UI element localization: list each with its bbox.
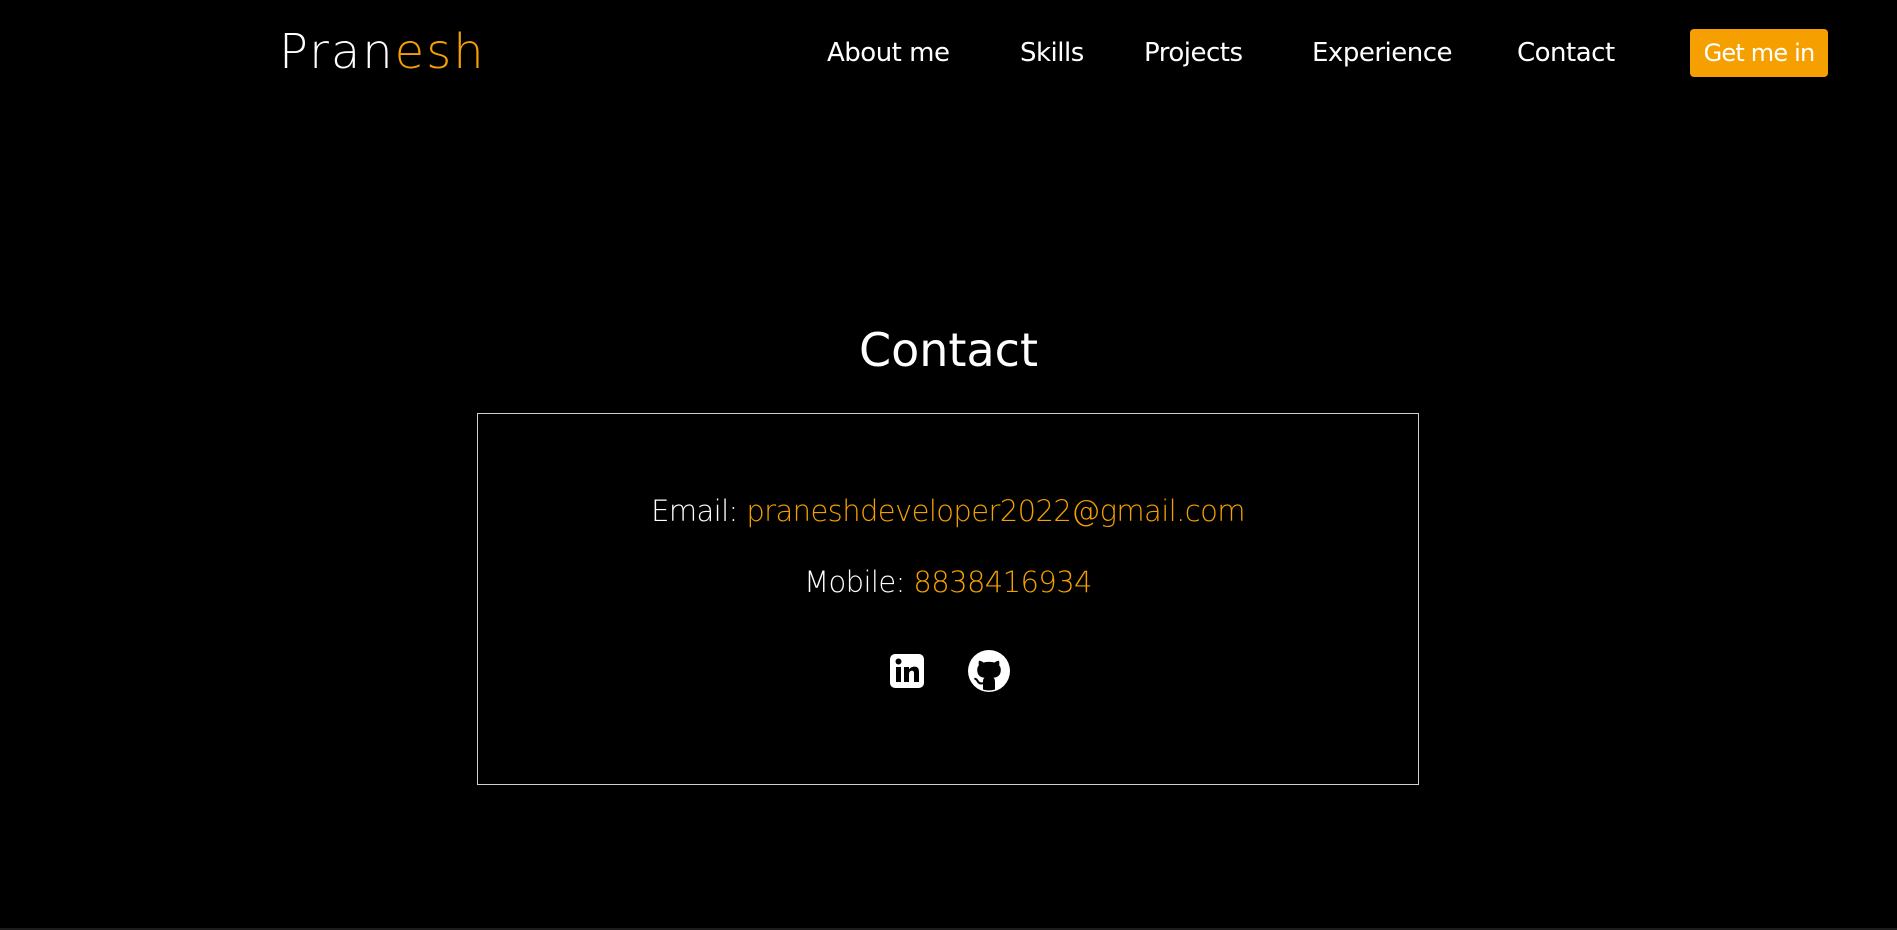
nav-link-skills[interactable]: Skills (1020, 33, 1084, 73)
github-icon[interactable] (967, 649, 1011, 693)
nav-links: About me Skills Projects Experience Cont… (0, 33, 1897, 73)
email-label: Email: (651, 494, 738, 528)
section-title: Contact (859, 323, 1038, 377)
nav-link-projects[interactable]: Projects (1144, 33, 1243, 73)
email-link[interactable]: praneshdeveloper2022@gmail.com (746, 494, 1245, 528)
mobile-row: Mobile: 8838416934 (478, 562, 1418, 602)
nav-link-about-me[interactable]: About me (827, 33, 950, 73)
nav-link-contact[interactable]: Contact (1517, 33, 1615, 73)
get-me-in-button[interactable]: Get me in (1690, 29, 1828, 77)
contact-card: Email: praneshdeveloper2022@gmail.com Mo… (477, 413, 1419, 785)
linkedin-icon[interactable] (885, 649, 929, 693)
email-row: Email: praneshdeveloper2022@gmail.com (478, 491, 1418, 531)
navbar: Pranesh About me Skills Projects Experie… (0, 0, 1897, 106)
nav-link-experience[interactable]: Experience (1312, 33, 1453, 73)
social-links (478, 649, 1418, 693)
mobile-label: Mobile: (804, 565, 905, 599)
mobile-link[interactable]: 8838416934 (913, 565, 1092, 599)
